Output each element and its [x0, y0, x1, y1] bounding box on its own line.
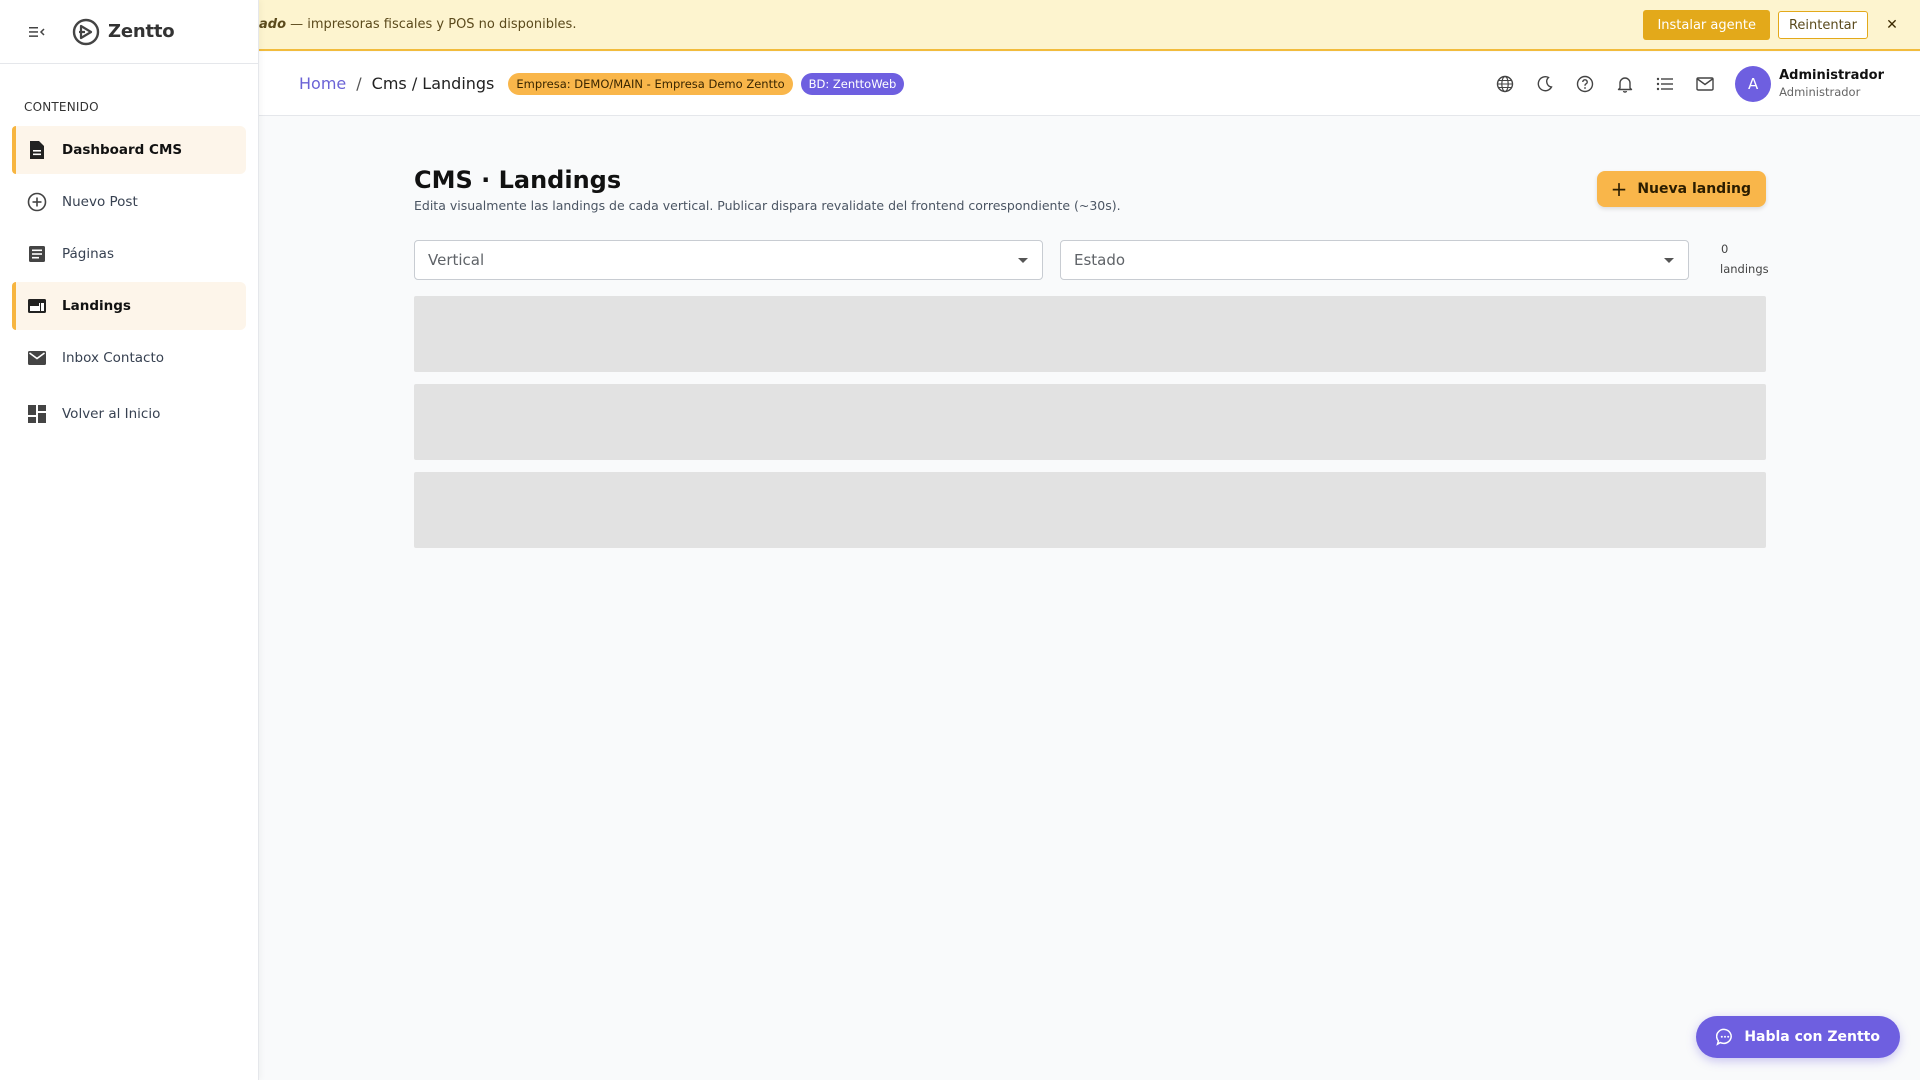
- sidebar: Zentto CONTENIDO Dashboard CMS Nuevo Pos…: [0, 0, 259, 1080]
- sidebar-section-label: CONTENIDO: [24, 100, 99, 114]
- page-title: CMS · Landings: [414, 166, 622, 194]
- user-name: Administrador: [1779, 67, 1884, 83]
- install-agent-button[interactable]: Instalar agente: [1643, 10, 1770, 40]
- sidebar-item-label: Landings: [62, 298, 131, 314]
- breadcrumb-current: Cms / Landings: [371, 74, 495, 93]
- loading-skeleton-row: [414, 472, 1766, 548]
- new-landing-label: Nueva landing: [1637, 181, 1751, 197]
- agent-warning-banner: ado — impresoras fiscales y POS no dispo…: [259, 0, 1920, 51]
- plus-icon: +: [1610, 177, 1628, 201]
- document-icon: [26, 139, 48, 161]
- estado-filter-select[interactable]: Estado: [1060, 240, 1689, 280]
- dark-mode-icon[interactable]: [1525, 64, 1565, 104]
- dropdown-arrow-icon: [1664, 258, 1674, 263]
- breadcrumb-separator: /: [356, 74, 362, 93]
- header-actions: A Administrador Administrador: [1485, 52, 1884, 116]
- chat-zentto-button[interactable]: Habla con Zentto: [1696, 1016, 1900, 1058]
- banner-text: — impresoras fiscales y POS no disponibl…: [286, 17, 577, 32]
- loading-skeleton-row: [414, 296, 1766, 372]
- dropdown-arrow-icon: [1018, 258, 1028, 263]
- notifications-bell-icon[interactable]: [1605, 64, 1645, 104]
- banner-actions: Instalar agente Reintentar ✕: [1643, 10, 1902, 40]
- sidebar-item-volver-inicio[interactable]: Volver al Inicio: [12, 390, 246, 438]
- avatar[interactable]: A: [1735, 66, 1772, 102]
- web-icon: [26, 295, 48, 317]
- sidebar-item-paginas[interactable]: Páginas: [12, 230, 246, 278]
- zentto-logo-icon: [72, 18, 100, 45]
- add-circle-icon: [26, 191, 48, 213]
- page-subtitle: Edita visualmente las landings de cada v…: [414, 198, 1121, 213]
- empresa-chip[interactable]: Empresa: DEMO/MAIN - Empresa Demo Zentto: [508, 72, 793, 95]
- language-icon[interactable]: [1485, 64, 1525, 104]
- article-icon: [26, 243, 48, 265]
- sidebar-item-label: Páginas: [62, 246, 114, 262]
- messages-mail-icon[interactable]: [1685, 64, 1725, 104]
- landings-count-value: 0: [1721, 242, 1729, 256]
- help-icon[interactable]: [1565, 64, 1605, 104]
- user-info[interactable]: Administrador Administrador: [1779, 68, 1884, 100]
- sidebar-item-dashboard-cms[interactable]: Dashboard CMS: [12, 126, 246, 174]
- top-header: Home / Cms / Landings Empresa: DEMO/MAIN…: [259, 52, 1920, 116]
- brand-name: Zentto: [108, 21, 175, 42]
- vertical-filter-placeholder: Vertical: [428, 251, 485, 269]
- chat-bubble-icon: [1716, 1028, 1734, 1046]
- mail-icon: [26, 347, 48, 369]
- retry-button[interactable]: Reintentar: [1777, 11, 1868, 39]
- close-icon[interactable]: ✕: [1882, 15, 1902, 35]
- landings-count: 0 landings: [1720, 240, 1769, 279]
- loading-skeleton-row: [414, 384, 1766, 460]
- task-list-icon[interactable]: [1645, 64, 1685, 104]
- sidebar-item-inbox-contacto[interactable]: Inbox Contacto: [12, 334, 246, 382]
- banner-lead: ado: [259, 17, 287, 32]
- sidebar-item-nuevo-post[interactable]: Nuevo Post: [12, 178, 246, 226]
- collapse-menu-icon[interactable]: [26, 21, 48, 43]
- user-role: Administrador: [1779, 85, 1861, 100]
- vertical-filter-select[interactable]: Vertical: [414, 240, 1043, 280]
- new-landing-button[interactable]: + Nueva landing: [1596, 171, 1766, 207]
- sidebar-item-label: Volver al Inicio: [62, 406, 161, 422]
- sidebar-item-label: Inbox Contacto: [62, 350, 165, 366]
- breadcrumb-home-link[interactable]: Home: [299, 74, 346, 93]
- banner-message: ado — impresoras fiscales y POS no dispo…: [259, 17, 576, 32]
- dashboard-icon: [26, 403, 48, 425]
- sidebar-item-label: Nuevo Post: [62, 194, 138, 210]
- estado-filter-placeholder: Estado: [1074, 251, 1126, 269]
- chat-label: Habla con Zentto: [1744, 1029, 1880, 1045]
- sidebar-header: Zentto: [0, 0, 258, 64]
- landings-count-unit: landings: [1720, 261, 1769, 276]
- breadcrumb: Home / Cms / Landings: [299, 74, 494, 93]
- sidebar-item-landings[interactable]: Landings: [12, 282, 246, 330]
- brand-logo[interactable]: Zentto: [72, 18, 175, 46]
- database-chip[interactable]: BD: ZenttoWeb: [800, 72, 905, 95]
- sidebar-item-label: Dashboard CMS: [62, 142, 183, 158]
